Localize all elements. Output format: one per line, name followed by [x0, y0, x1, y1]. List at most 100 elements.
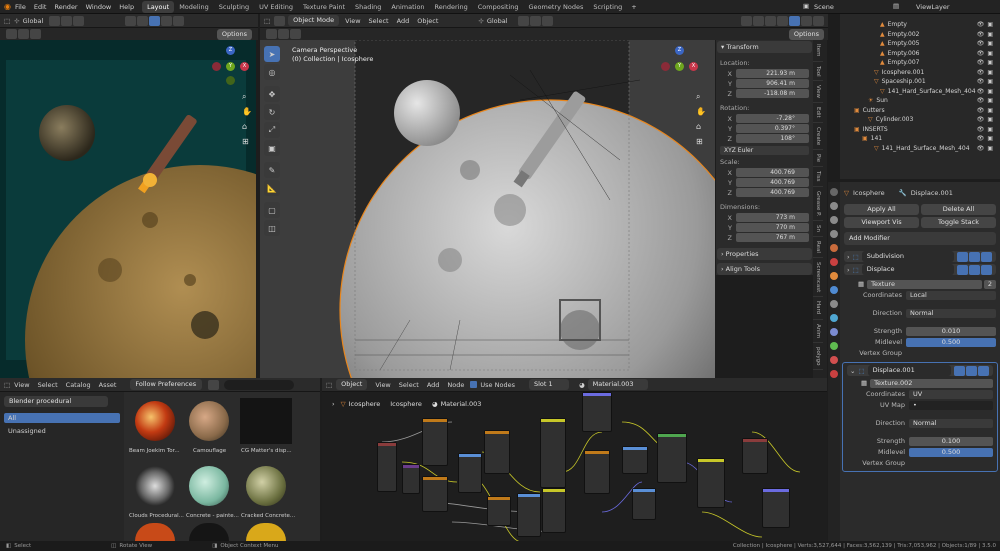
visibility-toggle-icon[interactable]: 👁▣	[977, 88, 996, 95]
transform-tool-icon[interactable]: ▣	[264, 140, 280, 156]
outliner-row[interactable]: ▣ INSERTS 👁▣	[840, 125, 1000, 135]
rotation-x-field[interactable]: X -7.28°	[720, 114, 809, 123]
scale-tool-icon[interactable]: ⤢	[264, 122, 280, 138]
node-mix-3[interactable]	[697, 458, 725, 508]
pivot-icon[interactable]	[517, 15, 529, 26]
constraints-tab-icon[interactable]	[830, 328, 838, 336]
catalog-all[interactable]: All	[4, 413, 120, 423]
view-layer-name[interactable]: ViewLayer	[916, 3, 950, 11]
displace-modifier[interactable]: › ⬚ Displace	[844, 264, 996, 275]
menu-add[interactable]: Add	[397, 17, 410, 25]
realtime-icon[interactable]	[969, 264, 980, 275]
apply-all-button[interactable]: Apply All	[844, 204, 919, 215]
coordinates2-select[interactable]: UV	[909, 389, 993, 399]
outliner-row[interactable]: ▽ Cylinder.003 👁▣	[840, 115, 1000, 125]
mode-icon[interactable]	[274, 15, 286, 26]
outliner-row[interactable]: ▲ Empty.005 👁▣	[840, 39, 1000, 49]
gizmo-z-icon[interactable]: Z	[675, 46, 684, 55]
outliner-row[interactable]: ▲ Empty.006 👁▣	[840, 49, 1000, 59]
menu-render[interactable]: Render	[54, 3, 77, 11]
material-select[interactable]: Material.003	[587, 379, 648, 390]
node-voronoi-2[interactable]	[487, 496, 511, 526]
gizmo-x-icon[interactable]: X	[240, 62, 249, 71]
cursor-tool-icon[interactable]: ◎	[264, 64, 280, 80]
select-extend-icon[interactable]	[30, 29, 41, 39]
align-tools-header[interactable]: › Align Tools	[717, 263, 812, 275]
menu-object[interactable]: Object	[417, 17, 438, 25]
gizmo-toggle-icon[interactable]	[753, 15, 764, 26]
location-y-field[interactable]: Y 906.41 m	[720, 79, 809, 88]
blender-logo-icon[interactable]: ◉	[4, 2, 11, 11]
perspective-grid-icon[interactable]: ⊞	[696, 137, 703, 146]
visibility-toggle-icon[interactable]: 👁▣	[977, 116, 996, 123]
select-extend-icon[interactable]	[290, 29, 301, 39]
main-options-button[interactable]: Options	[788, 28, 824, 40]
asset-thumb-0[interactable]	[135, 401, 175, 441]
realtime-icon[interactable]	[969, 251, 980, 262]
object-name[interactable]: Icosphere	[853, 189, 885, 197]
realtime-icon[interactable]	[966, 365, 977, 376]
outliner-row[interactable]: ▣ Cutters 👁▣	[840, 106, 1000, 116]
tab-uv-editing[interactable]: UV Editing	[254, 1, 298, 13]
dimension-z-field[interactable]: Z 767 m	[720, 233, 809, 242]
visibility-toggle-icon[interactable]: 👁▣	[977, 126, 996, 133]
select-tool-icon[interactable]: ➤	[264, 46, 280, 62]
expand-icon[interactable]: ›	[847, 253, 850, 261]
menu-select[interactable]: Select	[369, 17, 389, 25]
dimension-x-field[interactable]: X 773 m	[720, 213, 809, 222]
pivot-icon[interactable]	[49, 15, 61, 26]
add-modifier-button[interactable]: Add Modifier	[844, 232, 996, 245]
midlevel-field[interactable]: 0.500	[906, 337, 996, 347]
rotate-tool-icon[interactable]: ↻	[264, 104, 280, 120]
location-x-field[interactable]: X 221.93 m	[720, 69, 809, 78]
mode-select[interactable]: Object Mode	[288, 15, 340, 26]
material-shading-icon[interactable]	[801, 15, 812, 26]
texture-select[interactable]: Texture	[867, 279, 982, 289]
node-math-2[interactable]	[632, 488, 656, 520]
sidebar-tab-create[interactable]: Create	[813, 123, 823, 151]
add-workspace-icon[interactable]: +	[631, 3, 636, 11]
menu-help[interactable]: Help	[119, 3, 134, 11]
add-cube-icon[interactable]: ▢	[264, 202, 280, 218]
overlay-icon[interactable]	[765, 15, 776, 26]
node-colorramp-1[interactable]	[458, 453, 482, 493]
displace001-modifier[interactable]: ⌄ ⬚ Displace.001	[847, 365, 993, 376]
proportional-icon[interactable]	[73, 15, 85, 26]
tab-rendering[interactable]: Rendering	[430, 1, 473, 13]
rendered-shading-icon[interactable]	[173, 15, 185, 26]
visibility-toggle-icon[interactable]: 👁▣	[977, 31, 996, 38]
properties-header[interactable]: › Properties	[717, 248, 812, 260]
direction2-select[interactable]: Normal	[909, 418, 993, 428]
tab-sculpting[interactable]: Sculpting	[214, 1, 254, 13]
move-tool-icon[interactable]: ✥	[264, 86, 280, 102]
scale-y-field[interactable]: Y 400.769	[720, 178, 809, 187]
sidebar-tab-pie[interactable]: Pie	[813, 150, 823, 168]
select-mode-icon[interactable]	[278, 29, 289, 39]
menu-view[interactable]: View	[14, 381, 29, 389]
sidebar-tab-item[interactable]: Item	[813, 40, 823, 62]
output-tab-icon[interactable]	[830, 216, 838, 224]
node-displacement[interactable]	[762, 488, 790, 528]
import-method-select[interactable]: Follow Preferences	[130, 379, 203, 390]
tab-shading[interactable]: Shading	[350, 1, 386, 13]
material-tab-icon[interactable]	[830, 356, 838, 364]
solid-shading-icon[interactable]	[149, 15, 161, 26]
visibility-toggle-icon[interactable]: 👁▣	[977, 78, 996, 85]
menu-file[interactable]: File	[15, 3, 26, 11]
xray-icon[interactable]	[137, 15, 149, 26]
gizmo-negy-icon[interactable]	[226, 76, 235, 85]
particles-tab-icon[interactable]	[830, 300, 838, 308]
asset-thumb-4[interactable]	[189, 466, 229, 506]
scene-name[interactable]: Scene	[814, 3, 834, 11]
visibility-toggle-icon[interactable]: 👁▣	[977, 69, 996, 76]
node-bump[interactable]	[582, 392, 612, 432]
left-options-button[interactable]: Options	[216, 28, 252, 40]
menu-select[interactable]: Select	[38, 381, 58, 389]
delete-all-button[interactable]: Delete All	[921, 204, 996, 215]
rendered-shading-icon[interactable]	[813, 15, 824, 26]
menu-add[interactable]: Add	[427, 381, 440, 389]
asset-thumb-1[interactable]	[189, 401, 229, 441]
gizmo-negx-icon[interactable]	[212, 62, 221, 71]
node-mix-2[interactable]	[542, 488, 566, 533]
orientation-select[interactable]: Global	[487, 17, 508, 25]
